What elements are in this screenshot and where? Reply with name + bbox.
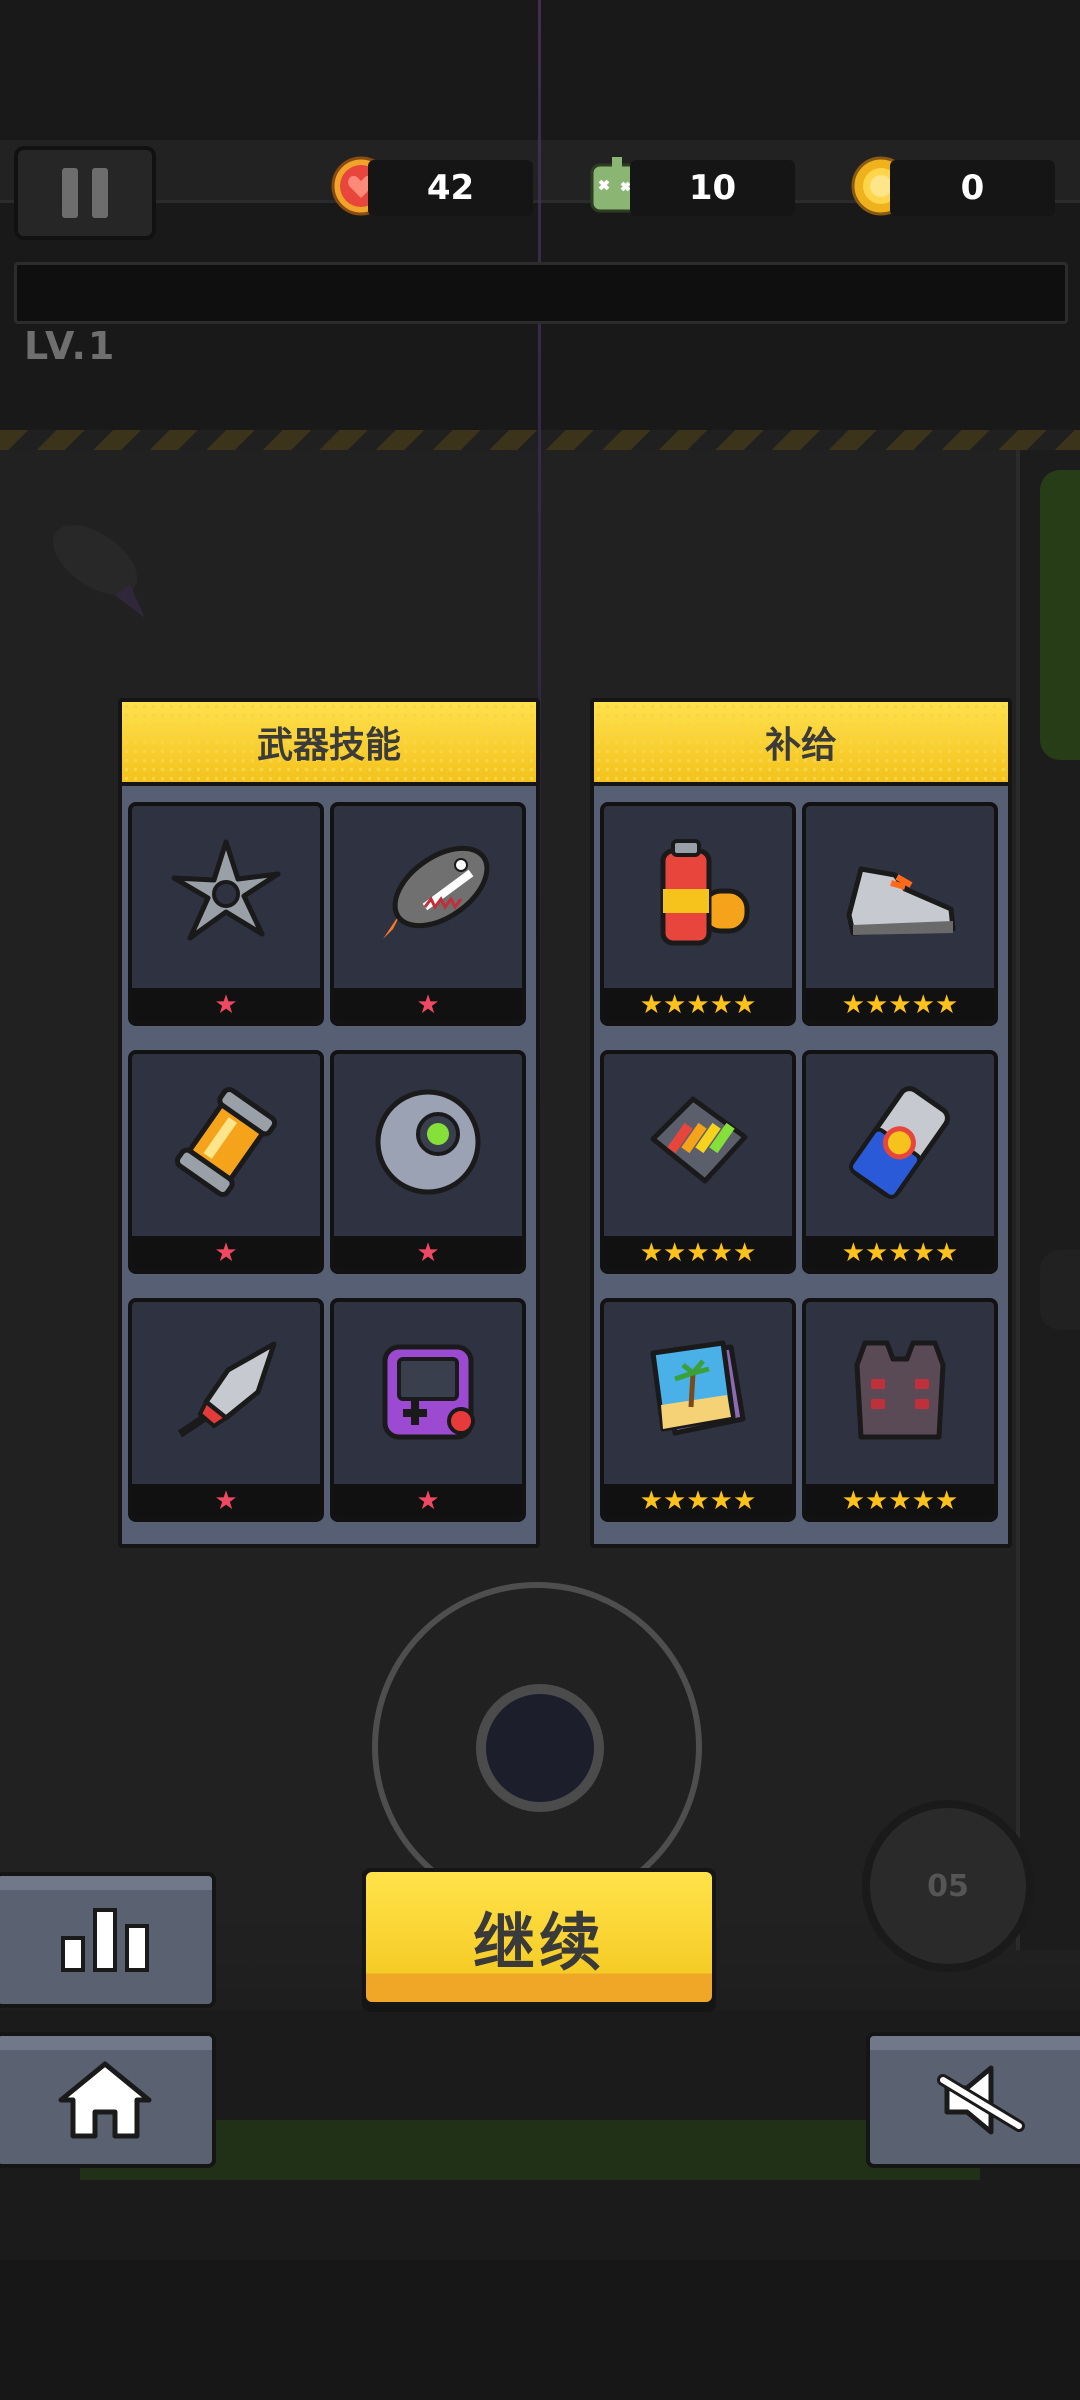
- supply-slot-2-stars: ★★★★★: [806, 988, 994, 1022]
- speaker-muted-icon: [937, 2065, 1025, 2135]
- supply-slot-4[interactable]: ★★★★★: [802, 1050, 998, 1274]
- weapon-slot-6-stars: ★: [334, 1484, 522, 1518]
- weapon-slot-4-stars: ★: [334, 1236, 522, 1270]
- pause-button[interactable]: [14, 146, 156, 240]
- stats-button[interactable]: [0, 1872, 216, 2008]
- pause-bar-left: [62, 168, 78, 218]
- hearts-counter: 42: [368, 160, 533, 216]
- weapon-slot-5-stars: ★: [132, 1484, 320, 1518]
- mute-button[interactable]: [866, 2032, 1080, 2168]
- drone-orb-icon: [334, 1054, 522, 1230]
- supply-slot-4-stars: ★★★★★: [806, 1236, 994, 1270]
- joystick-knob[interactable]: [476, 1684, 604, 1812]
- shuriken-icon: [132, 806, 320, 982]
- supply-slot-6-stars: ★★★★★: [806, 1484, 994, 1518]
- shark-rocket-icon: [334, 806, 522, 982]
- supply-title: 补给: [594, 702, 1008, 786]
- button-highlight: [0, 2036, 212, 2050]
- weapon-slot-6[interactable]: ★: [330, 1298, 526, 1522]
- gameboy-icon: [334, 1302, 522, 1478]
- weapon-skills-panel: 武器技能 ★ ★ ★ ★ ★ ★: [118, 698, 540, 1548]
- supply-panel: 补给 ★★★★★ ★★★★★ ★★★★★ ★★★★★ ★★★★★ ★★★★★: [590, 698, 1012, 1548]
- kills-counter: 10: [630, 160, 795, 216]
- battery-icon: [604, 806, 792, 982]
- weapon-slot-2-stars: ★: [334, 988, 522, 1022]
- supply-slot-3[interactable]: ★★★★★: [600, 1050, 796, 1274]
- experience-bar: [14, 262, 1068, 324]
- weapon-skills-title: 武器技能: [122, 702, 536, 786]
- weapon-slot-4[interactable]: ★: [330, 1050, 526, 1274]
- supply-slot-5-stars: ★★★★★: [604, 1484, 792, 1518]
- weapon-slot-2[interactable]: ★: [330, 802, 526, 1026]
- supply-slot-5[interactable]: ★★★★★: [600, 1298, 796, 1522]
- button-highlight: [0, 1876, 212, 1890]
- skill-button[interactable]: 05: [862, 1800, 1034, 1972]
- supply-slot-1[interactable]: ★★★★★: [600, 802, 796, 1026]
- supply-slot-6[interactable]: ★★★★★: [802, 1298, 998, 1522]
- energy-canister-icon: [132, 1054, 320, 1230]
- home-icon: [58, 2061, 152, 2139]
- button-highlight: [870, 2036, 1080, 2050]
- supply-slot-2[interactable]: ★★★★★: [802, 802, 998, 1026]
- weapon-slot-3-stars: ★: [132, 1236, 320, 1270]
- level-label: LV.1: [24, 324, 117, 368]
- coins-counter: 0: [890, 160, 1055, 216]
- supply-slot-3-stars: ★★★★★: [604, 1236, 792, 1270]
- continue-button[interactable]: 继续: [362, 1868, 716, 2012]
- skill-counter: 05: [927, 1868, 969, 1904]
- book-icon: [604, 1302, 792, 1478]
- weapon-slot-1[interactable]: ★: [128, 802, 324, 1026]
- weapon-slot-5[interactable]: ★: [128, 1298, 324, 1522]
- ammo-clip-icon: [604, 1054, 792, 1230]
- sneaker-icon: [806, 806, 994, 982]
- weapon-slot-1-stars: ★: [132, 988, 320, 1022]
- armor-vest-icon: [806, 1302, 994, 1478]
- continue-label: 继续: [366, 1872, 712, 2002]
- weapon-slot-3[interactable]: ★: [128, 1050, 324, 1274]
- supply-slot-1-stars: ★★★★★: [604, 988, 792, 1022]
- bar-chart-icon: [61, 1908, 149, 1972]
- energy-drink-icon: [806, 1054, 994, 1230]
- pause-bar-right: [92, 168, 108, 218]
- kunai-icon: [132, 1302, 320, 1478]
- home-button[interactable]: [0, 2032, 216, 2168]
